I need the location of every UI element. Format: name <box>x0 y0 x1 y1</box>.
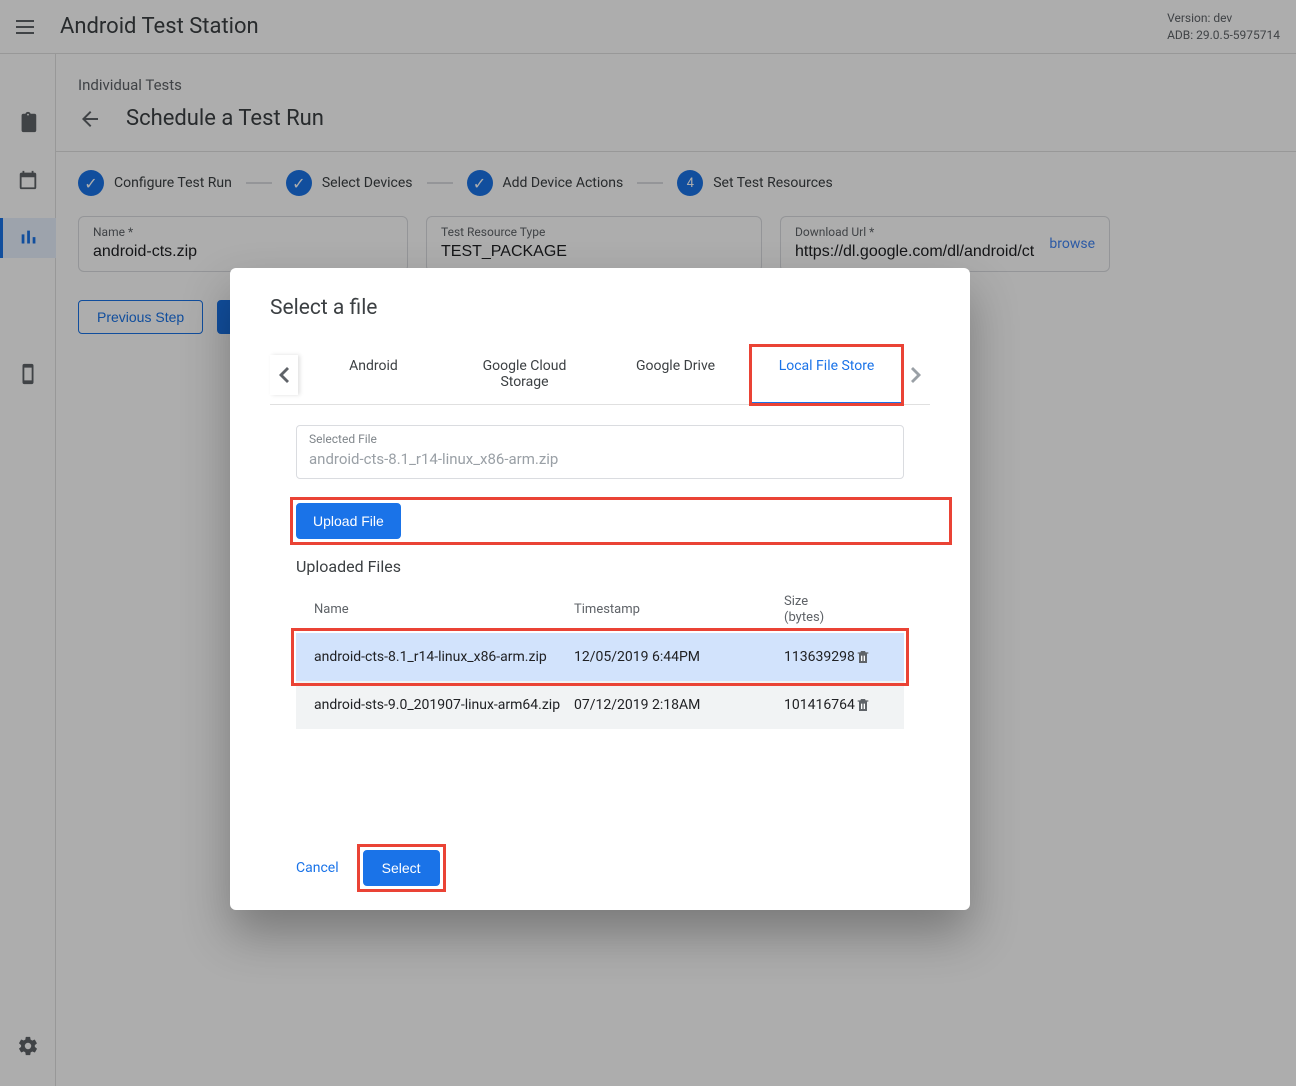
uploaded-files-heading: Uploaded Files <box>296 557 950 576</box>
tab-android[interactable]: Android <box>298 346 449 404</box>
upload-file-button[interactable]: Upload File <box>296 503 401 539</box>
table-header: Name Timestamp Size(bytes) <box>296 586 904 633</box>
tab-drive[interactable]: Google Drive <box>600 346 751 404</box>
delete-icon <box>855 697 871 713</box>
tab-local[interactable]: Local File Store <box>751 346 902 404</box>
select-file-dialog: Select a file Android Google Cloud Stora… <box>230 268 970 910</box>
table-row[interactable]: android-cts-8.1_r14-linux_x86-arm.zip 12… <box>296 633 904 681</box>
select-button[interactable]: Select <box>363 850 440 886</box>
tabs-scroll-right[interactable] <box>902 355 930 395</box>
uploaded-files-table: Name Timestamp Size(bytes) android-cts-8… <box>296 586 904 729</box>
delete-row-button[interactable] <box>855 649 895 665</box>
dialog-title: Select a file <box>270 296 950 320</box>
tab-gcs[interactable]: Google Cloud Storage <box>449 346 600 404</box>
selected-file-field[interactable]: Selected File android-cts-8.1_r14-linux_… <box>296 425 904 479</box>
chevron-right-icon <box>911 367 921 383</box>
cancel-button[interactable]: Cancel <box>286 852 349 884</box>
delete-icon <box>855 649 871 665</box>
table-row[interactable]: android-sts-9.0_201907-linux-arm64.zip 0… <box>296 681 904 729</box>
chevron-left-icon <box>279 367 289 383</box>
delete-row-button[interactable] <box>855 697 895 713</box>
tabs-scroll-left[interactable] <box>270 355 298 395</box>
